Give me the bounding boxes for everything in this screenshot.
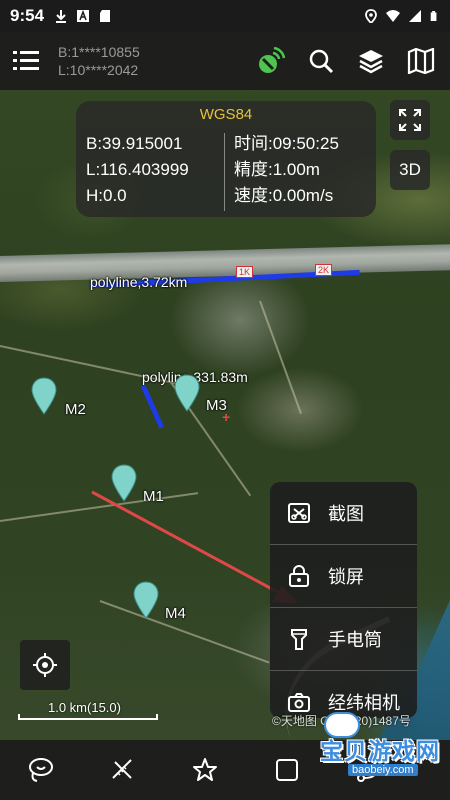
top-toolbar: B:1****10855 L:10****2042	[0, 32, 450, 90]
lasso-button[interactable]	[11, 740, 71, 800]
locate-me-button[interactable]	[20, 640, 70, 690]
menu-item-flashlight[interactable]: 手电筒	[270, 608, 417, 670]
menu-item-label: 锁屏	[328, 567, 364, 587]
time-value: 时间:09:50:25	[234, 134, 339, 153]
location-icon	[365, 9, 377, 23]
scale-bar: 1.0 km(15.0)	[18, 700, 158, 720]
gps-signal-icon	[259, 47, 285, 73]
layers-button[interactable]	[346, 32, 396, 90]
location-info-panel: WGS84 B:39.915001 L:116.403999 H:0.0 时间:…	[76, 101, 376, 217]
favorites-button[interactable]	[175, 740, 235, 800]
measure-button[interactable]	[93, 740, 153, 800]
battery-icon	[430, 11, 437, 21]
coord-l: L:10****2042	[58, 62, 139, 78]
map-button[interactable]	[396, 32, 446, 90]
latitude-value: B:39.915001	[86, 134, 183, 153]
flashlight-icon	[291, 629, 307, 650]
tools-icon	[276, 759, 298, 781]
measure-icon	[112, 759, 132, 779]
star-icon	[193, 758, 217, 781]
divider	[224, 133, 225, 211]
crs-label: WGS84	[199, 106, 253, 123]
gps-button[interactable]	[246, 32, 296, 90]
longitude-value: L:116.403999	[86, 160, 189, 179]
status-time: 9:54	[10, 6, 45, 25]
menu-button[interactable]	[0, 32, 52, 90]
tools-popup-menu: 截图 锁屏 手电筒 经纬相机	[270, 482, 417, 718]
fullscreen-button[interactable]	[390, 100, 430, 140]
map-icon	[407, 48, 435, 74]
accuracy-value: 精度:1.00m	[234, 160, 320, 179]
menu-item-screenshot[interactable]: 截图	[270, 482, 417, 544]
fullscreen-icon	[399, 109, 421, 131]
camera-icon	[288, 693, 310, 712]
status-bar: 9:54	[0, 0, 450, 32]
height-value: H:0.0	[86, 186, 127, 205]
lock-icon	[289, 565, 309, 587]
current-coordinates: B:1****10855 L:10****2042	[58, 43, 140, 79]
menu-item-gps-camera[interactable]: 经纬相机	[270, 671, 417, 718]
menu-item-lock-screen[interactable]: 锁屏	[270, 545, 417, 607]
signal-icon	[409, 10, 421, 22]
wifi-icon	[386, 10, 400, 22]
screenshot-icon	[288, 503, 310, 523]
coord-b: B:1****10855	[58, 44, 140, 60]
site-watermark: 宝贝游戏网 baobeiy.com	[310, 712, 450, 782]
scale-line	[18, 714, 158, 720]
view-3d-button[interactable]: 3D	[390, 150, 430, 190]
search-button[interactable]	[296, 32, 346, 90]
crosshair-locate-icon	[33, 653, 57, 677]
scale-label: 1.0 km(15.0)	[48, 700, 121, 715]
sd-card-icon	[100, 10, 111, 22]
menu-item-label: 手电筒	[328, 630, 382, 650]
search-icon	[309, 49, 334, 74]
download-icon	[56, 10, 67, 23]
tools-button[interactable]	[257, 740, 317, 800]
speed-value: 速度:0.00m/s	[234, 186, 334, 205]
watermark-title: 宝贝游戏网	[320, 739, 440, 765]
watermark-url: baobeiy.com	[348, 764, 418, 776]
font-icon	[77, 9, 90, 22]
lasso-icon	[29, 758, 53, 782]
menu-icon	[13, 51, 39, 70]
menu-item-label: 截图	[328, 504, 364, 524]
layers-icon	[359, 50, 383, 74]
